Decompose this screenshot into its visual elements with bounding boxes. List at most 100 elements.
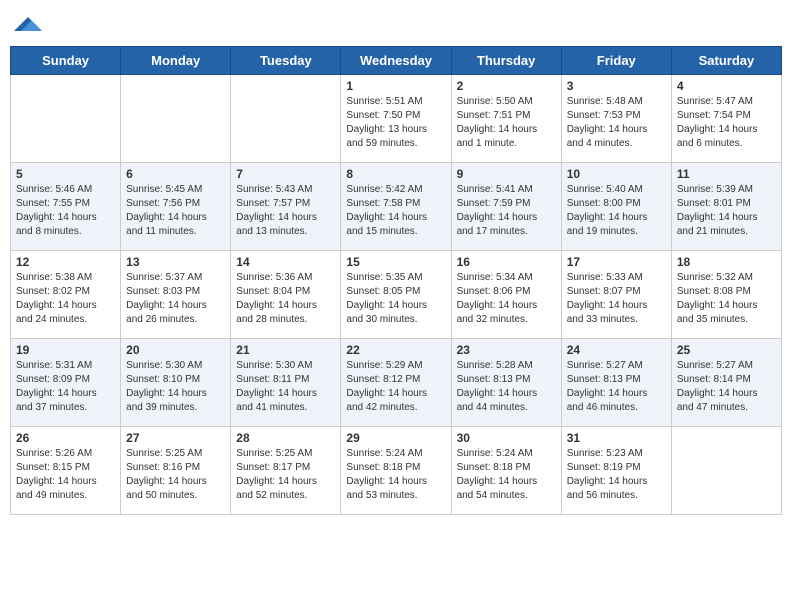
day-info: Sunrise: 5:30 AMSunset: 8:11 PMDaylight:… bbox=[236, 359, 335, 415]
day-number: 20 bbox=[126, 343, 225, 357]
calendar-week-4: 19 Sunrise: 5:31 AMSunset: 8:09 PMDayligh… bbox=[11, 339, 782, 427]
calendar-cell: 27Sunrise: 5:25 AMSunset: 8:16 PMDayligh… bbox=[121, 427, 231, 515]
day-number: 10 bbox=[567, 167, 666, 181]
day-info: Sunrise: 5:28 AMSunset: 8:13 PMDaylight:… bbox=[457, 359, 556, 415]
calendar-cell: 18Sunrise: 5:32 AMSunset: 8:08 PMDayligh… bbox=[671, 251, 781, 339]
calendar-cell: 26 Sunrise: 5:26 AMSunset: 8:15 PMDayligh… bbox=[11, 427, 121, 515]
calendar-cell: 4 Sunrise: 5:47 AMSunset: 7:54 PMDaylight… bbox=[671, 75, 781, 163]
day-info: Sunrise: 5:31 AMSunset: 8:09 PMDaylight:… bbox=[16, 359, 115, 415]
calendar-week-1: 1Sunrise: 5:51 AMSunset: 7:50 PMDaylight… bbox=[11, 75, 782, 163]
day-info: Sunrise: 5:48 AMSunset: 7:53 PMDaylight:… bbox=[567, 95, 666, 151]
calendar-cell: 28 Sunrise: 5:25 AMSunset: 8:17 PMDayligh… bbox=[231, 427, 341, 515]
header-sunday: Sunday bbox=[11, 47, 121, 75]
day-number: 14 bbox=[236, 255, 335, 269]
day-info: Sunrise: 5:36 AMSunset: 8:04 PMDaylight:… bbox=[236, 271, 335, 327]
day-number: 23 bbox=[457, 343, 556, 357]
day-number: 29 bbox=[346, 431, 445, 445]
day-number: 5 bbox=[16, 167, 115, 181]
logo bbox=[14, 10, 44, 38]
calendar-cell: 3 Sunrise: 5:48 AMSunset: 7:53 PMDaylight… bbox=[561, 75, 671, 163]
calendar-cell: 30 Sunrise: 5:24 AMSunset: 8:18 PMDayligh… bbox=[451, 427, 561, 515]
day-number: 6 bbox=[126, 167, 225, 181]
calendar-cell: 22 Sunrise: 5:29 AMSunset: 8:12 PMDayligh… bbox=[341, 339, 451, 427]
calendar-cell bbox=[231, 75, 341, 163]
header-monday: Monday bbox=[121, 47, 231, 75]
calendar-cell: 24 Sunrise: 5:27 AMSunset: 8:13 PMDayligh… bbox=[561, 339, 671, 427]
day-number: 21 bbox=[236, 343, 335, 357]
calendar-cell: 2 Sunrise: 5:50 AMSunset: 7:51 PMDaylight… bbox=[451, 75, 561, 163]
header-tuesday: Tuesday bbox=[231, 47, 341, 75]
day-number: 27 bbox=[126, 431, 225, 445]
header-friday: Friday bbox=[561, 47, 671, 75]
calendar-cell: 11 Sunrise: 5:39 AMSunset: 8:01 PMDayligh… bbox=[671, 163, 781, 251]
calendar-cell bbox=[11, 75, 121, 163]
day-info: Sunrise: 5:40 AMSunset: 8:00 PMDaylight:… bbox=[567, 183, 666, 239]
calendar-cell: 14 Sunrise: 5:36 AMSunset: 8:04 PMDayligh… bbox=[231, 251, 341, 339]
day-number: 9 bbox=[457, 167, 556, 181]
day-number: 13 bbox=[126, 255, 225, 269]
day-info: Sunrise: 5:35 AMSunset: 8:05 PMDaylight:… bbox=[346, 271, 445, 327]
day-info: Sunrise: 5:23 AMSunset: 8:19 PMDaylight:… bbox=[567, 447, 666, 503]
calendar-cell: 16 Sunrise: 5:34 AMSunset: 8:06 PMDayligh… bbox=[451, 251, 561, 339]
day-info: Sunrise: 5:39 AMSunset: 8:01 PMDaylight:… bbox=[677, 183, 776, 239]
day-number: 24 bbox=[567, 343, 666, 357]
day-number: 31 bbox=[567, 431, 666, 445]
calendar-table: SundayMondayTuesdayWednesdayThursdayFrid… bbox=[10, 46, 782, 515]
calendar-cell: 7 Sunrise: 5:43 AMSunset: 7:57 PMDaylight… bbox=[231, 163, 341, 251]
calendar-cell: 19 Sunrise: 5:31 AMSunset: 8:09 PMDayligh… bbox=[11, 339, 121, 427]
day-number: 3 bbox=[567, 79, 666, 93]
day-info: Sunrise: 5:34 AMSunset: 8:06 PMDaylight:… bbox=[457, 271, 556, 327]
day-number: 22 bbox=[346, 343, 445, 357]
calendar-cell: 25 Sunrise: 5:27 AMSunset: 8:14 PMDayligh… bbox=[671, 339, 781, 427]
day-number: 4 bbox=[677, 79, 776, 93]
header-saturday: Saturday bbox=[671, 47, 781, 75]
calendar-week-5: 26 Sunrise: 5:26 AMSunset: 8:15 PMDayligh… bbox=[11, 427, 782, 515]
day-info: Sunrise: 5:50 AMSunset: 7:51 PMDaylight:… bbox=[457, 95, 556, 151]
calendar-cell: 15 Sunrise: 5:35 AMSunset: 8:05 PMDayligh… bbox=[341, 251, 451, 339]
calendar-cell: 17 Sunrise: 5:33 AMSunset: 8:07 PMDayligh… bbox=[561, 251, 671, 339]
day-number: 19 bbox=[16, 343, 115, 357]
day-number: 15 bbox=[346, 255, 445, 269]
day-info: Sunrise: 5:43 AMSunset: 7:57 PMDaylight:… bbox=[236, 183, 335, 239]
day-info: Sunrise: 5:27 AMSunset: 8:13 PMDaylight:… bbox=[567, 359, 666, 415]
day-info: Sunrise: 5:46 AMSunset: 7:55 PMDaylight:… bbox=[16, 183, 115, 239]
day-number: 26 bbox=[16, 431, 115, 445]
calendar-cell: 1Sunrise: 5:51 AMSunset: 7:50 PMDaylight… bbox=[341, 75, 451, 163]
day-info: Sunrise: 5:27 AMSunset: 8:14 PMDaylight:… bbox=[677, 359, 776, 415]
day-number: 8 bbox=[346, 167, 445, 181]
day-info: Sunrise: 5:33 AMSunset: 8:07 PMDaylight:… bbox=[567, 271, 666, 327]
calendar-cell: 9Sunrise: 5:41 AMSunset: 7:59 PMDaylight… bbox=[451, 163, 561, 251]
calendar-cell: 29 Sunrise: 5:24 AMSunset: 8:18 PMDayligh… bbox=[341, 427, 451, 515]
calendar-cell: 10 Sunrise: 5:40 AMSunset: 8:00 PMDayligh… bbox=[561, 163, 671, 251]
day-number: 11 bbox=[677, 167, 776, 181]
day-info: Sunrise: 5:37 AMSunset: 8:03 PMDaylight:… bbox=[126, 271, 225, 327]
day-info: Sunrise: 5:24 AMSunset: 8:18 PMDaylight:… bbox=[457, 447, 556, 503]
day-number: 25 bbox=[677, 343, 776, 357]
day-number: 2 bbox=[457, 79, 556, 93]
calendar-cell bbox=[121, 75, 231, 163]
calendar-cell: 8 Sunrise: 5:42 AMSunset: 7:58 PMDaylight… bbox=[341, 163, 451, 251]
calendar-week-3: 12Sunrise: 5:38 AMSunset: 8:02 PMDayligh… bbox=[11, 251, 782, 339]
day-info: Sunrise: 5:29 AMSunset: 8:12 PMDaylight:… bbox=[346, 359, 445, 415]
header-thursday: Thursday bbox=[451, 47, 561, 75]
day-info: Sunrise: 5:24 AMSunset: 8:18 PMDaylight:… bbox=[346, 447, 445, 503]
day-number: 7 bbox=[236, 167, 335, 181]
day-number: 18 bbox=[677, 255, 776, 269]
day-info: Sunrise: 5:47 AMSunset: 7:54 PMDaylight:… bbox=[677, 95, 776, 151]
day-info: Sunrise: 5:38 AMSunset: 8:02 PMDaylight:… bbox=[16, 271, 115, 327]
calendar-cell: 12Sunrise: 5:38 AMSunset: 8:02 PMDayligh… bbox=[11, 251, 121, 339]
calendar-week-2: 5 Sunrise: 5:46 AMSunset: 7:55 PMDaylight… bbox=[11, 163, 782, 251]
calendar-cell: 13 Sunrise: 5:37 AMSunset: 8:03 PMDayligh… bbox=[121, 251, 231, 339]
day-info: Sunrise: 5:25 AMSunset: 8:17 PMDaylight:… bbox=[236, 447, 335, 503]
day-number: 17 bbox=[567, 255, 666, 269]
day-info: Sunrise: 5:26 AMSunset: 8:15 PMDaylight:… bbox=[16, 447, 115, 503]
day-info: Sunrise: 5:42 AMSunset: 7:58 PMDaylight:… bbox=[346, 183, 445, 239]
calendar-header-row: SundayMondayTuesdayWednesdayThursdayFrid… bbox=[11, 47, 782, 75]
page-header bbox=[10, 10, 782, 38]
day-number: 30 bbox=[457, 431, 556, 445]
logo-icon bbox=[14, 10, 42, 38]
calendar-cell: 23 Sunrise: 5:28 AMSunset: 8:13 PMDayligh… bbox=[451, 339, 561, 427]
day-number: 16 bbox=[457, 255, 556, 269]
day-number: 28 bbox=[236, 431, 335, 445]
calendar-cell: 21 Sunrise: 5:30 AMSunset: 8:11 PMDayligh… bbox=[231, 339, 341, 427]
